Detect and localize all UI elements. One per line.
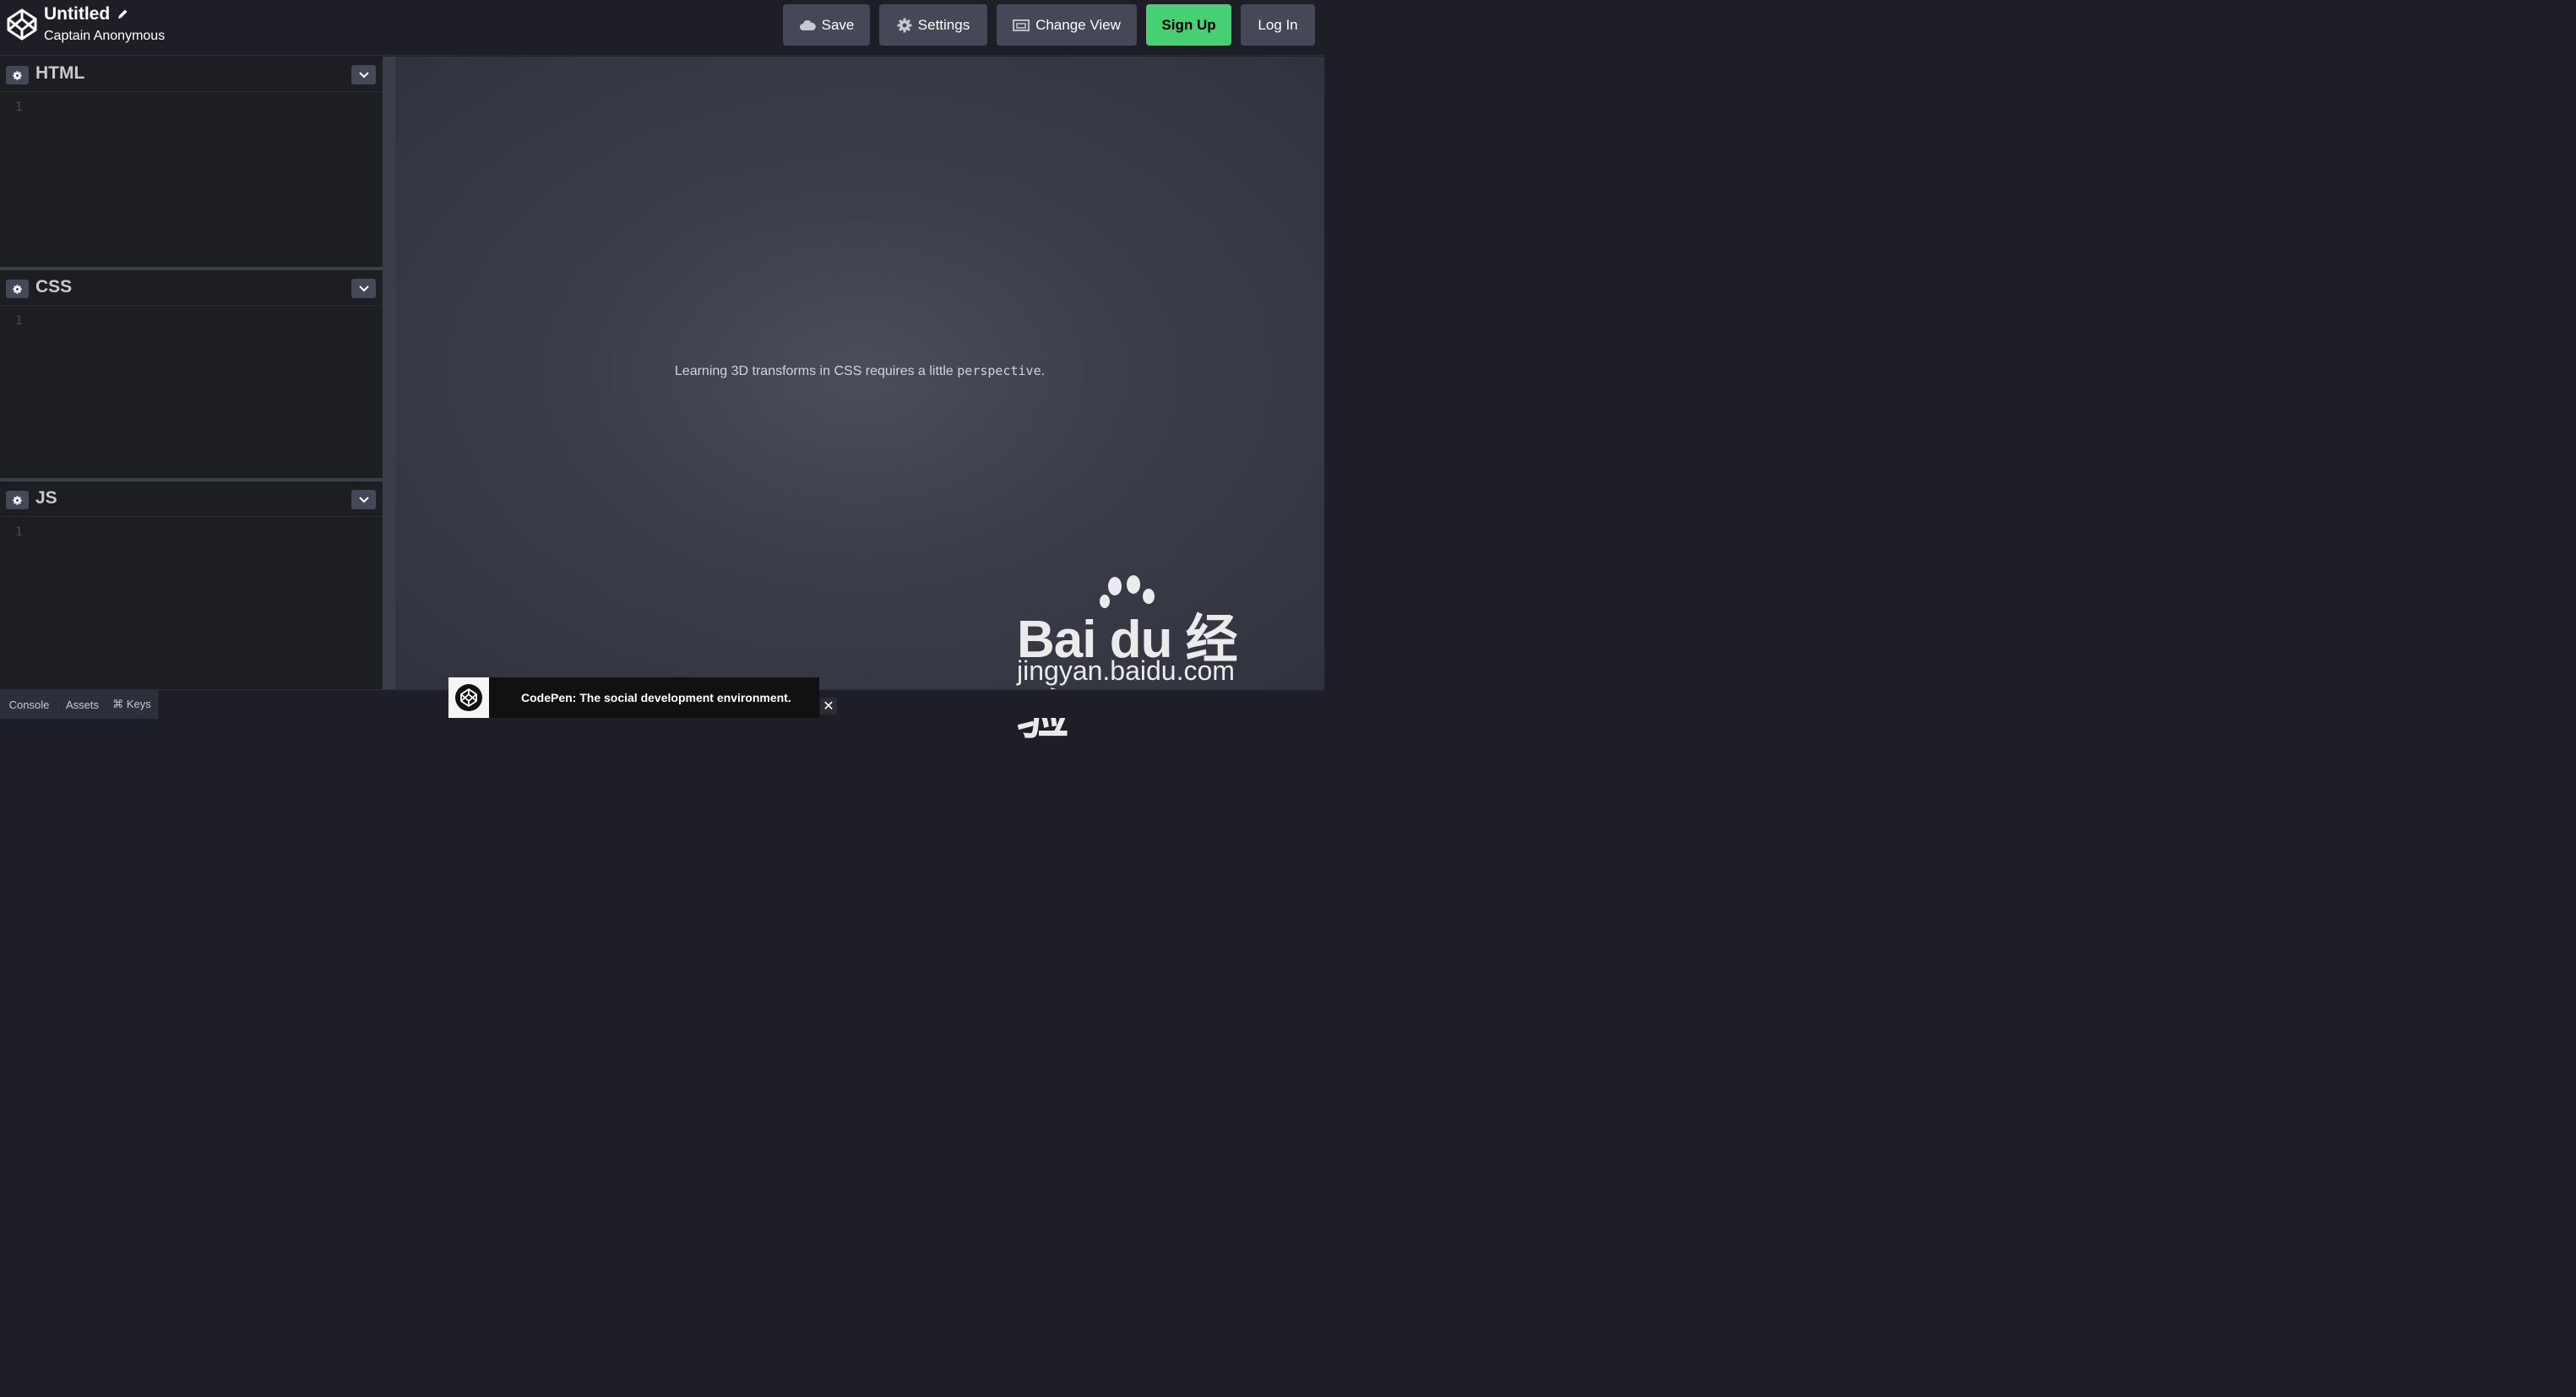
sign-up-label: Sign Up (1161, 16, 1216, 33)
line-number: 1 (15, 525, 23, 539)
js-editor-header: JS (0, 481, 383, 517)
pencil-icon[interactable] (117, 8, 128, 20)
line-number: 1 (15, 314, 23, 328)
chevron-down-icon (358, 285, 369, 291)
html-editor-title: HTML (35, 63, 85, 83)
log-in-button[interactable]: Log In (1241, 4, 1315, 46)
chevron-down-icon (358, 71, 369, 78)
keys-button[interactable]: ⌘ Keys (106, 690, 158, 719)
css-editor-header: CSS (0, 270, 383, 306)
css-editor-title: CSS (35, 277, 73, 296)
css-collapse-button[interactable] (351, 279, 376, 298)
pen-author: Captain Anonymous (44, 29, 166, 43)
save-label: Save (821, 16, 855, 33)
gear-icon (13, 70, 22, 80)
promo-toast: CodePen: The social development environm… (448, 677, 819, 718)
preview-code: perspective (957, 363, 1041, 378)
html-collapse-button[interactable] (351, 65, 376, 84)
watermark-url: jingyan.baidu.com (1017, 655, 1235, 686)
console-button[interactable]: Console (0, 690, 59, 719)
preview-message: Learning 3D transforms in CSS requires a… (395, 363, 1324, 379)
title-block: Untitled Captain Anonymous (44, 3, 165, 45)
line-number: 1 (15, 101, 23, 114)
save-button[interactable]: Save (783, 4, 870, 46)
gear-icon (13, 284, 22, 294)
js-collapse-button[interactable] (351, 490, 376, 509)
gear-icon (897, 18, 912, 32)
layout-icon (1013, 19, 1030, 31)
js-settings-button[interactable] (6, 491, 29, 509)
codepen-logo-icon[interactable] (7, 8, 37, 41)
editor-column: HTML 1 CSS 1 JS 1 (0, 57, 383, 689)
codepen-logo-icon (455, 684, 482, 711)
top-header: Untitled Captain Anonymous Save Settings (0, 0, 1324, 56)
preview-text-after: . (1041, 364, 1046, 378)
html-settings-button[interactable] (6, 66, 29, 84)
change-view-label: Change View (1035, 16, 1121, 33)
baidu-watermark: Bai du 经验 jingyan.baidu.com (1014, 574, 1258, 745)
preview-text-before: Learning 3D transforms in CSS requires a… (674, 364, 958, 378)
toast-message: CodePen: The social development environm… (521, 691, 791, 704)
js-editor-title: JS (35, 488, 57, 508)
editor-preview-resizer[interactable] (383, 57, 395, 689)
change-view-button[interactable]: Change View (997, 4, 1137, 46)
settings-button[interactable]: Settings (879, 4, 987, 46)
assets-button[interactable]: Assets (59, 690, 106, 719)
close-icon[interactable]: ✕ (820, 698, 837, 715)
pen-title[interactable]: Untitled (44, 3, 110, 25)
chevron-down-icon (358, 496, 369, 503)
cloud-icon (799, 19, 816, 30)
css-editor[interactable]: CSS 1 (0, 270, 383, 478)
html-editor[interactable]: HTML 1 (0, 57, 383, 267)
settings-label: Settings (917, 16, 970, 33)
toast-logo (448, 677, 489, 718)
js-editor[interactable]: JS 1 (0, 481, 383, 689)
html-editor-header: HTML (0, 57, 383, 92)
css-settings-button[interactable] (6, 280, 29, 298)
gear-icon (13, 495, 22, 505)
log-in-label: Log In (1258, 16, 1298, 33)
sign-up-button[interactable]: Sign Up (1146, 4, 1231, 46)
